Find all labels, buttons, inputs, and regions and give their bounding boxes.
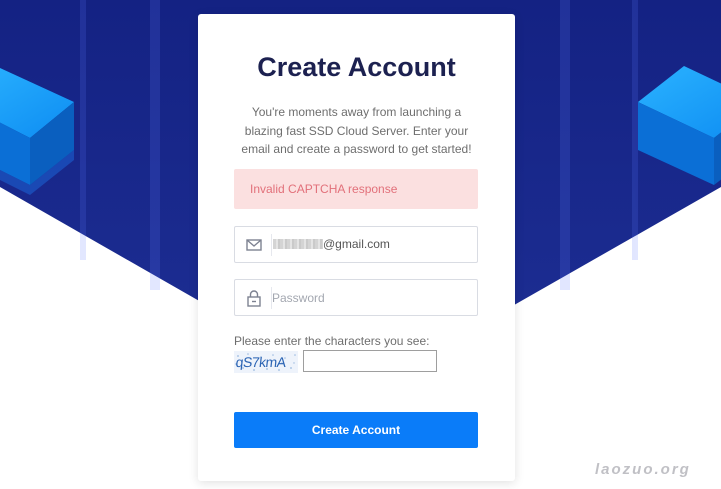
email-value[interactable]: @gmail.com	[273, 227, 390, 262]
envelope-icon	[246, 239, 262, 251]
create-account-card: Create Account You're moments away from …	[198, 14, 515, 481]
redacted-email-blur	[273, 238, 323, 249]
subtitle-text: You're moments away from launching a bla…	[241, 105, 472, 156]
email-domain: @gmail.com	[323, 237, 390, 251]
create-account-button[interactable]: Create Account	[234, 412, 478, 448]
captcha-input[interactable]	[303, 350, 437, 372]
password-input[interactable]	[272, 281, 472, 314]
password-field[interactable]	[234, 279, 478, 316]
email-field[interactable]: @gmail.com	[234, 226, 478, 263]
captcha-text: qS7kmA	[235, 354, 288, 370]
captcha-label: Please enter the characters you see:	[234, 334, 430, 348]
captcha-image: qS7kmA	[234, 351, 298, 373]
lock-icon	[247, 290, 261, 307]
watermark: laozuo.org	[595, 461, 691, 478]
page-title: Create Account	[257, 52, 456, 82]
field-divider	[271, 234, 272, 256]
error-alert: Invalid CAPTCHA response	[234, 169, 478, 209]
error-message: Invalid CAPTCHA response	[250, 182, 398, 196]
